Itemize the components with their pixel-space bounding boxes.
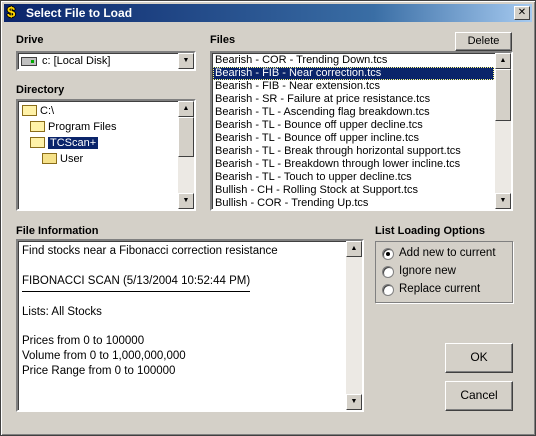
scroll-up-button[interactable]: ▲ <box>346 241 362 257</box>
file-list-item[interactable]: Bearish - TL - Bounce off upper incline.… <box>213 132 494 145</box>
file-information-label: File Information <box>16 225 99 237</box>
files-list[interactable]: Bearish - COR - Trending Down.tcs Bearish… <box>210 51 513 211</box>
loading-option-label: Add new to current <box>399 247 496 259</box>
scan-prices: Prices from 0 to 100000 <box>22 335 145 347</box>
loading-option-2[interactable]: Replace current <box>382 282 506 298</box>
directory-item[interactable]: TCScan+ <box>30 135 99 151</box>
window-title: Select File to Load <box>26 6 133 20</box>
scan-lists: Lists: All Stocks <box>22 306 102 318</box>
file-information-scrollbar[interactable]: ▲ ▼ <box>346 241 362 410</box>
scan-volume: Volume from 0 to 1,000,000,000 <box>22 350 186 362</box>
file-list-item[interactable]: Bearish - TL - Breakdown through lower i… <box>213 158 494 171</box>
scroll-down-button[interactable]: ▼ <box>495 193 511 209</box>
folder-open-icon <box>22 105 37 116</box>
file-information-box[interactable]: Find stocks near a Fibonacci correction … <box>16 239 364 412</box>
hard-drive-icon <box>21 57 37 66</box>
radio-button[interactable] <box>382 266 394 278</box>
directory-item-label: TCScan+ <box>48 137 99 149</box>
file-list-item[interactable]: Bearish - TL - Ascending flag breakdown.… <box>213 106 494 119</box>
ok-button[interactable]: OK <box>445 343 513 373</box>
directory-tree[interactable]: C:\ Program Files TCScan+ User ▲ ▼ <box>16 99 196 211</box>
directory-item-label: User <box>60 153 84 165</box>
folder-open-icon <box>30 137 45 148</box>
directory-item[interactable]: Program Files <box>30 119 116 135</box>
file-list-item[interactable]: Bearish - COR - Trending Down.tcs <box>213 54 494 67</box>
cancel-button[interactable]: Cancel <box>445 381 513 411</box>
directory-item-label: C:\ <box>40 105 55 117</box>
directory-item-label: Program Files <box>48 121 117 133</box>
radio-button[interactable] <box>382 284 394 296</box>
loading-option-0[interactable]: Add new to current <box>382 246 506 262</box>
directory-scrollbar[interactable]: ▲ ▼ <box>178 101 194 209</box>
scroll-down-button[interactable]: ▼ <box>346 394 362 410</box>
folder-icon <box>42 153 57 164</box>
scroll-thumb[interactable] <box>178 117 194 157</box>
delete-button[interactable]: Delete <box>455 32 512 51</box>
folder-open-icon <box>30 121 45 132</box>
title-bar[interactable]: $ Select File to Load ✕ <box>4 4 532 22</box>
loading-option-1[interactable]: Ignore new <box>382 264 506 280</box>
radio-button[interactable] <box>382 248 394 260</box>
scan-header: FIBONACCI SCAN (5/13/2004 10:52:44 PM) <box>22 275 251 292</box>
files-label: Files <box>210 34 236 46</box>
loading-option-label: Replace current <box>399 283 481 295</box>
directory-item[interactable]: C:\ <box>22 103 54 119</box>
scroll-up-button[interactable]: ▲ <box>495 53 511 69</box>
file-list-item[interactable]: Bearish - TL - Bounce off upper decline.… <box>213 119 494 132</box>
scroll-down-button[interactable]: ▼ <box>178 193 194 209</box>
list-loading-options-group: Add new to current Ignore new Replace curr… <box>375 241 513 303</box>
file-list-item[interactable]: Bullish - COR - Trending Up.tcs <box>213 197 494 210</box>
directory-item[interactable]: User <box>42 151 83 167</box>
files-scrollbar[interactable]: ▲ ▼ <box>495 53 511 209</box>
scan-description: Find stocks near a Fibonacci correction … <box>22 245 278 257</box>
file-list-item[interactable]: Bearish - SR - Failure at price resistan… <box>213 93 494 106</box>
select-file-dialog: $ Select File to Load ✕ Drive c: [Local … <box>0 0 536 436</box>
chevron-down-icon[interactable]: ▼ <box>178 53 194 69</box>
loading-option-label: Ignore new <box>399 265 456 277</box>
drive-label: Drive <box>16 34 44 46</box>
file-list-item[interactable]: Bullish - CH - Rolling Stock at Support.… <box>213 184 494 197</box>
file-list-item[interactable]: Bearish - FIB - Near extension.tcs <box>213 80 494 93</box>
scan-price-range: Price Range from 0 to 100000 <box>22 365 176 377</box>
file-list-item[interactable]: Bearish - TL - Break through horizontal … <box>213 145 494 158</box>
scroll-thumb[interactable] <box>495 69 511 121</box>
close-button[interactable]: ✕ <box>514 6 530 20</box>
file-list-item[interactable]: Bearish - TL - Touch to upper decline.tc… <box>213 171 494 184</box>
list-loading-options-label: List Loading Options <box>375 225 485 237</box>
dollar-icon: $ <box>7 4 16 21</box>
drive-select[interactable]: c: [Local Disk] ▼ <box>16 51 196 71</box>
drive-select-value: c: [Local Disk] <box>42 55 111 67</box>
scroll-up-button[interactable]: ▲ <box>178 101 194 117</box>
directory-label: Directory <box>16 84 65 96</box>
file-list-item[interactable]: Bearish - FIB - Near correction.tcs <box>213 67 494 80</box>
